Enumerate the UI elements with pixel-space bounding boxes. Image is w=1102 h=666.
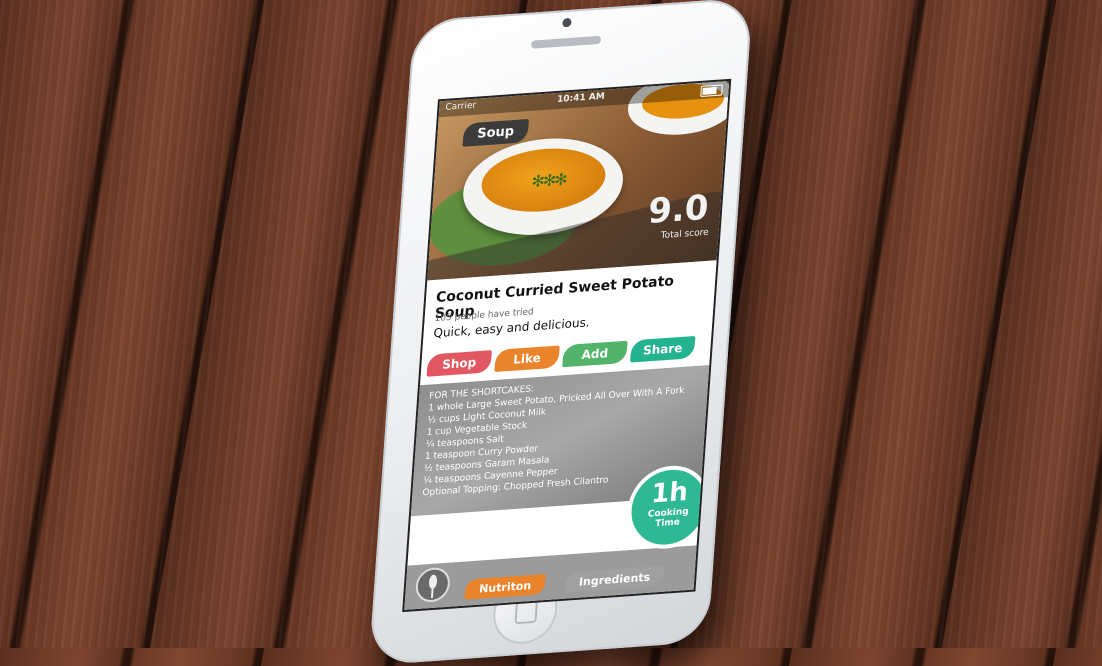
app-screen: Carrier 10:41 AM ✻✻✻ Soup 9.0 Total scor… [402,78,732,613]
like-button[interactable]: Like [494,345,560,373]
battery-icon [700,84,723,98]
share-button[interactable]: Share [630,335,696,363]
tab-ingredients[interactable]: Ingredients [564,565,665,593]
shop-button[interactable]: Shop [426,350,492,377]
total-score: 9.0 [646,187,710,233]
herbs-garnish: ✻✻✻ [530,169,567,192]
status-time: 10:41 AM [556,91,606,106]
spoon-icon[interactable] [414,566,451,604]
tab-nutrition[interactable]: Nutriton [464,573,546,600]
earpiece-speaker [530,35,602,49]
front-camera [562,17,572,28]
phone: Carrier 10:41 AM ✻✻✻ Soup 9.0 Total scor… [368,0,753,666]
carrier-label: Carrier [444,100,477,113]
add-button[interactable]: Add [562,340,628,368]
